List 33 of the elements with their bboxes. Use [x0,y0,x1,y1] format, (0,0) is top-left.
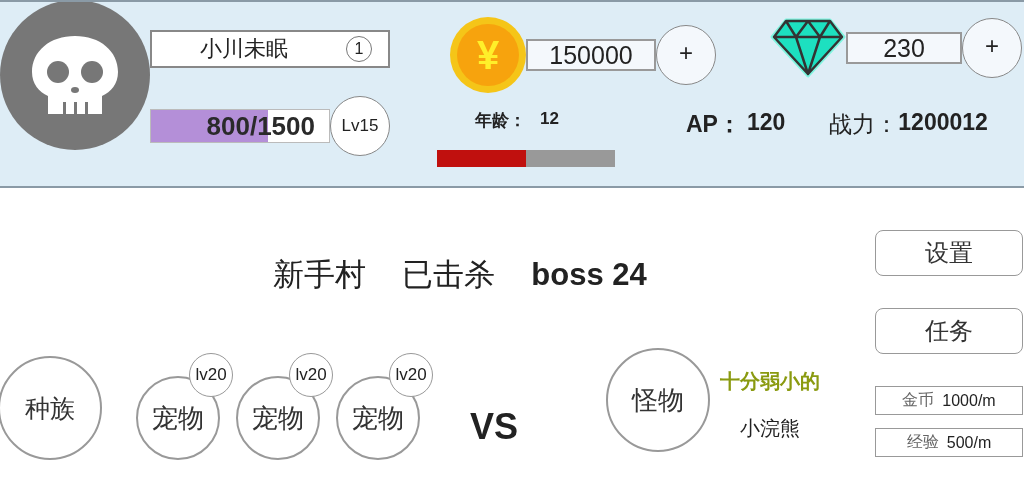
gem-amount-field: 230 [846,32,962,64]
menu-button[interactable]: 设置 [875,230,1023,276]
boss-kill-count: boss 24 [531,257,647,293]
ap-value: 120 [746,109,786,137]
power-value: 1200012 [898,109,988,137]
skull-icon [30,36,120,114]
rate-value: 500/m [946,433,992,452]
stage-name: 新手村 [273,255,367,294]
ap-label: AP： [686,110,741,139]
age-label: 年龄： [475,109,526,132]
add-button[interactable]: + [962,18,1022,78]
monster-name: 小浣熊 [740,415,801,442]
age-value: 12 [540,109,559,130]
monster-slot[interactable]: 怪物 [606,348,711,452]
coin-icon: ¥ [450,17,526,93]
rate-value: 1000/m [942,391,996,410]
kills-label: 已击杀 [402,255,496,294]
rate-label: 经验 [906,432,939,453]
add-button[interactable]: + [656,25,716,85]
menu-button[interactable]: 任务 [875,308,1023,354]
pet-level-badge: lv20 [389,353,433,397]
pet-level-badge: lv20 [189,353,233,397]
level-badge: Lv15 [330,96,390,156]
rate-label: 金币 [902,390,935,411]
monster-trait: 十分弱小的 [720,368,821,395]
pet-level-badge: lv20 [289,353,333,397]
player-name: 小川未眠 [200,35,288,63]
race-slot[interactable]: 种族 [0,356,102,460]
rank-badge: 1 [346,36,372,62]
vs-text: VS [470,406,519,448]
diamond-icon [770,17,846,79]
coin-amount-field: 150000 [526,39,656,71]
power-label: 战力： [829,110,899,139]
